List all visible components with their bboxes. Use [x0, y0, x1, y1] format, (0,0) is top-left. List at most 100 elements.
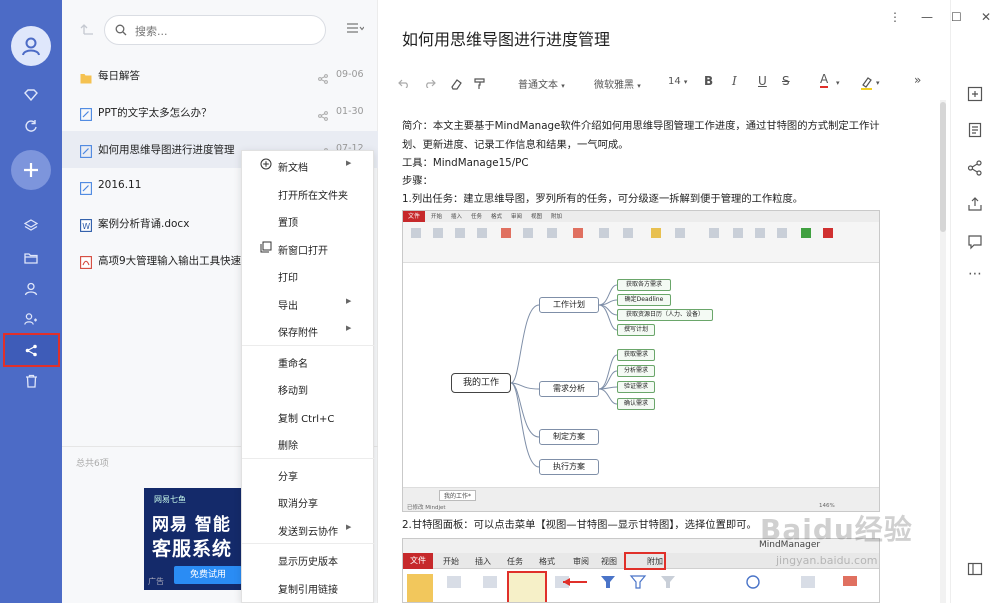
context-menu-item[interactable]: 保存附件 ▶: [242, 316, 375, 343]
context-menu-item[interactable]: 打开所在文件夹: [242, 179, 375, 206]
context-menu-item[interactable]: 置顶: [242, 206, 375, 233]
shared-icon: [318, 69, 328, 88]
context-menu-item[interactable]: 复制引用链接: [242, 573, 375, 600]
italic-button[interactable]: I: [732, 74, 737, 88]
sidebar-item-favorites[interactable]: [0, 79, 62, 111]
font-size-select[interactable]: 14 ▾: [668, 76, 687, 87]
context-menu-label: 分享: [278, 471, 298, 483]
more-tools-button[interactable]: »: [914, 73, 921, 87]
file-list-item[interactable]: 每日解答 09-06: [62, 57, 378, 94]
plus-circle-icon: [260, 158, 272, 170]
redo-icon[interactable]: [424, 79, 436, 88]
context-menu-item[interactable]: 新窗口打开: [242, 234, 375, 261]
strikethrough-button[interactable]: S: [782, 74, 790, 88]
file-list-item[interactable]: PPT的文字太多怎么办？ 01-30: [62, 94, 378, 131]
export-icon[interactable]: [967, 196, 983, 212]
pin-icon[interactable]: ⋮: [889, 10, 901, 24]
outline-icon[interactable]: [967, 122, 983, 138]
mindmap-tab: 附加: [551, 214, 563, 220]
font-size-value: 14: [668, 76, 681, 87]
paragraph: 划、更新进度、记录工作信息和结果，一气呵成。: [402, 139, 629, 151]
submenu-arrow-icon: ▶: [346, 159, 352, 167]
more-icon[interactable]: ⋯: [968, 266, 982, 282]
format-painter-icon[interactable]: [474, 78, 485, 90]
context-menu-label: 置顶: [278, 218, 298, 229]
trash-icon: [25, 374, 37, 388]
mindmap-tab: 视图: [531, 214, 543, 220]
sidebar-item-folders[interactable]: [0, 242, 62, 274]
ad-trial-button[interactable]: 免费试用: [174, 566, 242, 584]
sort-menu-icon[interactable]: [346, 22, 364, 34]
context-menu-item[interactable]: 新文档 ▶: [242, 151, 375, 178]
mindmap-branch-node: 工作计划: [539, 297, 599, 313]
font-family-value: 微软雅黑: [594, 80, 634, 91]
avatar[interactable]: [11, 26, 51, 66]
mindmap-center-node: 我的工作: [451, 373, 511, 393]
font-color-dropdown-icon[interactable]: ▾: [836, 79, 840, 87]
bold-button[interactable]: B: [704, 74, 713, 88]
split-view-icon[interactable]: [967, 562, 983, 576]
document-title[interactable]: 如何用思维导图进行进度管理: [402, 26, 610, 50]
mindmap-ribbon: 文件 开始 插入 任务 格式 审阅 视图 附加: [403, 211, 879, 263]
right-rail: ⋮ — ☐ ✕ ⋯: [889, 0, 1000, 603]
highlight-dropdown-icon[interactable]: ▾: [876, 79, 880, 87]
context-menu-item[interactable]: 分享: [242, 460, 375, 487]
gantt-button-highlight: [507, 571, 547, 602]
context-menu-label: 新文档: [278, 163, 308, 174]
mindmap-branch-node: 制定方案: [539, 429, 599, 445]
ribbon2-tab: 任务: [507, 557, 523, 566]
context-menu-item[interactable]: 显示历史版本: [242, 545, 375, 572]
back-up-icon[interactable]: [80, 22, 94, 36]
sidebar: [0, 0, 62, 603]
comment-icon[interactable]: [967, 234, 983, 250]
eraser-icon[interactable]: [450, 78, 462, 90]
mindmap-leaf-node: 验证需求: [617, 381, 655, 393]
ribbon2-file-tab: 文件: [403, 553, 433, 569]
sidebar-item-shared[interactable]: [3, 333, 60, 367]
font-color-button[interactable]: A: [820, 73, 829, 88]
sidebar-item-sync[interactable]: [0, 110, 62, 142]
context-menu-label: 保存附件: [278, 328, 318, 339]
mindmap-leaf-node: 确定Deadline: [617, 294, 671, 306]
minimize-icon[interactable]: —: [921, 10, 933, 24]
context-menu-label: 删除: [278, 441, 298, 452]
sidebar-item-team[interactable]: [0, 303, 62, 335]
paragraph: 工具：MindManage15/PC: [402, 157, 529, 169]
view-tab-highlight: [624, 552, 666, 570]
share-icon[interactable]: [967, 160, 983, 176]
context-menu-item[interactable]: 导出 ▶: [242, 289, 375, 316]
mindmap-tab: 插入: [451, 214, 463, 220]
mindmap-branch-node: 执行方案: [539, 459, 599, 475]
paragraph-style-select[interactable]: 普通文本 ▾: [518, 76, 565, 91]
context-menu-item[interactable]: 移动到: [242, 374, 375, 401]
highlighter-icon[interactable]: [860, 76, 873, 90]
maximize-icon[interactable]: ☐: [951, 10, 962, 24]
sidebar-item-notes[interactable]: [0, 210, 62, 242]
search-input[interactable]: [135, 22, 315, 40]
context-menu-item[interactable]: 删除: [242, 429, 375, 456]
undo-icon[interactable]: [398, 79, 410, 88]
context-menu-item[interactable]: 重命名: [242, 347, 375, 374]
pdf-icon: [80, 254, 92, 269]
context-menu-item[interactable]: 打印: [242, 261, 375, 288]
word-doc-icon: W: [80, 217, 92, 232]
sidebar-item-contacts[interactable]: [0, 273, 62, 305]
context-menu-item[interactable]: 发送到云协作 ▶: [242, 515, 375, 542]
close-icon[interactable]: ✕: [981, 10, 991, 24]
ad-line-1: 网易 智能: [152, 515, 231, 535]
file-date: 01-30: [336, 106, 364, 117]
sidebar-item-trash[interactable]: [0, 365, 62, 397]
add-block-icon[interactable]: [967, 86, 983, 102]
ribbon2-tab: 格式: [539, 557, 555, 566]
context-menu-item[interactable]: 复制 Ctrl+C: [242, 402, 375, 429]
font-family-select[interactable]: 微软雅黑 ▾: [594, 76, 641, 91]
list-header: [62, 0, 378, 60]
add-button[interactable]: [11, 150, 51, 190]
context-menu-item[interactable]: 取消分享: [242, 487, 375, 514]
paragraph: 1.列出任务：建立思维导图，罗列所有的任务，可分级逐一拆解到便于管理的工作粒度。: [402, 193, 804, 205]
paragraph: 简介：本文主要基于MindManage软件介绍如何用思维导图管理工作进度，通过甘…: [402, 120, 880, 132]
embedded-image-mindmap: 文件 开始 插入 任务 格式 审阅 视图 附加 我的工作 工作计划 需求分析 制…: [402, 210, 880, 512]
editor-scrollbar-thumb[interactable]: [940, 102, 946, 232]
underline-button[interactable]: U: [758, 74, 767, 88]
search-box[interactable]: [104, 15, 326, 45]
